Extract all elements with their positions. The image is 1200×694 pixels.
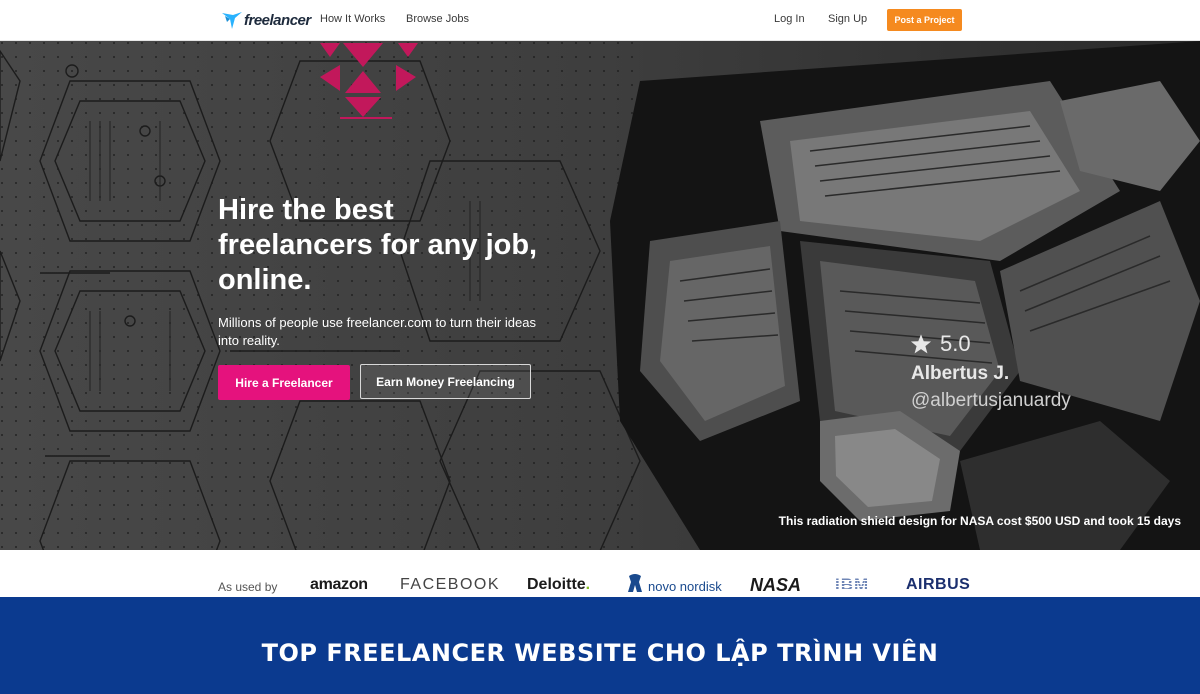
nasa-logo: NASA — [750, 575, 802, 595]
hero-subtitle: Millions of people use freelancer.com to… — [218, 315, 536, 348]
top-nav: freelancer How It Works Browse Jobs Log … — [0, 0, 1200, 41]
hero-headline: Hire the best freelancers for any job, o… — [218, 194, 538, 296]
deloitte-logo: Deloitte. — [527, 576, 590, 594]
hire-freelancer-button[interactable]: Hire a Freelancer — [218, 365, 350, 400]
hero-section: Hire the best freelancers for any job, o… — [0, 41, 1200, 550]
article-banner: TOP FREELANCER WEBSITE CHO LẬP TRÌNH VIÊ… — [0, 597, 1200, 694]
star-icon — [910, 334, 932, 354]
amazon-logo: amazon — [310, 576, 368, 593]
author-name[interactable]: Albertus J. — [911, 363, 1009, 385]
as-used-by-label: As used by — [218, 580, 278, 594]
nav-browse-jobs[interactable]: Browse Jobs — [406, 13, 469, 25]
airbus-logo: AIRBUS — [906, 576, 971, 593]
rating: 5.0 — [910, 331, 971, 357]
ibm-logo: IBM — [835, 575, 870, 594]
nav-how-it-works[interactable]: How It Works — [320, 13, 385, 25]
facebook-logo: FACEBOOK — [400, 576, 501, 593]
logo-wordmark: freelancer — [244, 11, 311, 29]
login-link[interactable]: Log In — [774, 13, 805, 25]
novo-nordisk-wordmark: novo nordisk — [648, 579, 722, 594]
signup-link[interactable]: Sign Up — [828, 13, 867, 25]
hero-background-image — [0, 41, 1200, 550]
novo-bull-icon — [628, 574, 642, 592]
rating-value: 5.0 — [940, 331, 971, 356]
post-project-button[interactable]: Post a Project — [887, 9, 962, 31]
deloitte-dot: . — [585, 576, 591, 593]
banner-title: TOP FREELANCER WEBSITE CHO LẬP TRÌNH VIÊ… — [261, 638, 939, 667]
author-handle[interactable]: @albertusjanuardy — [911, 390, 1071, 412]
clients-strip: As used by amazon FACEBOOK Deloitte. nov… — [0, 550, 1200, 602]
freelancer-logo[interactable]: freelancer — [221, 9, 311, 31]
deloitte-wordmark: Deloitte — [527, 576, 586, 593]
earn-money-button[interactable]: Earn Money Freelancing — [360, 364, 531, 399]
showcase-caption: This radiation shield design for NASA co… — [778, 514, 1181, 528]
novo-nordisk-logo: novo nordisk — [626, 572, 722, 594]
freelancer-bird-icon — [222, 12, 242, 29]
